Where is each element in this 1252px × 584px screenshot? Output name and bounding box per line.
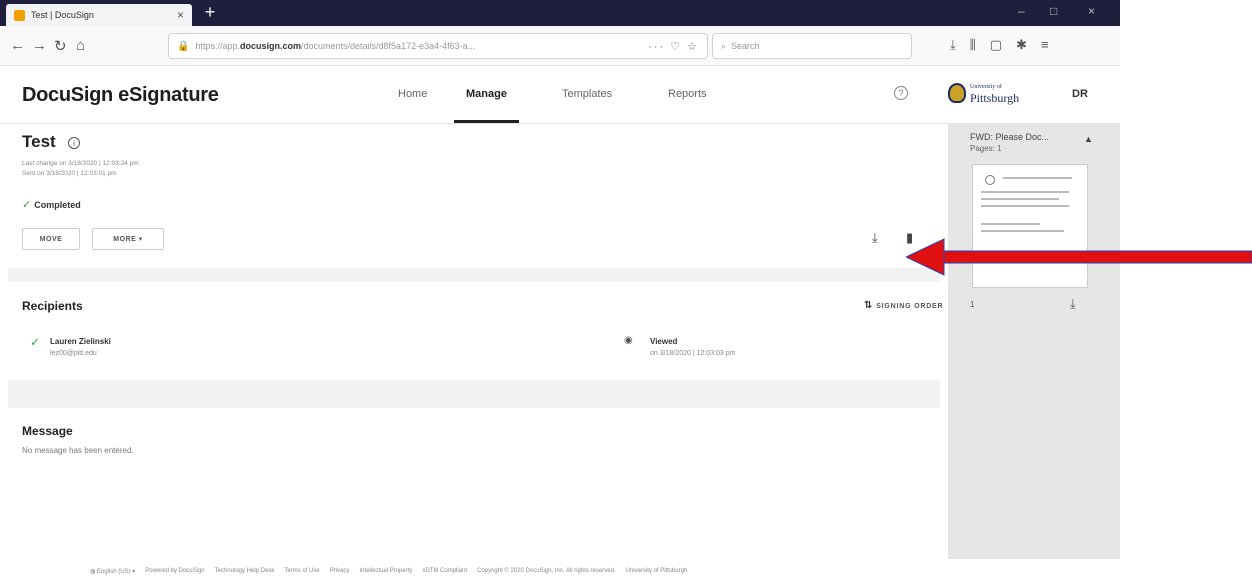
help-icon[interactable]: ? [894,86,908,100]
sent-on-text: Sent on 3/18/2020 | 12:03:01 pm [22,170,117,177]
home-icon[interactable]: ⌂ [76,37,85,54]
lock-icon: 🔒 [177,40,190,52]
message-heading: Message [22,424,73,438]
nav-reports[interactable]: Reports [668,88,707,100]
signing-order-label: SIGNING ORDER [876,303,944,310]
eye-icon: ◉ [624,335,633,346]
recipient-email: lez00@pitt.edu [50,350,97,357]
signing-order-icon: ⇅ [864,300,874,311]
recipient-name: Lauren Zielinski [50,337,111,346]
page-actions-icons[interactable]: ··· ♡ ☆ [648,40,699,53]
message-body: No message has been entered. [22,446,134,455]
library-icon[interactable]: ⫼ [970,37,976,53]
close-window-button[interactable]: × [1088,4,1095,18]
info-icon[interactable]: i [68,137,80,149]
last-change-text: Last change on 3/18/2020 | 12:03:24 pm [22,160,139,167]
recipients-heading: Recipients [22,299,83,313]
recipient-complete-check-icon: ✓ [30,335,41,349]
forward-arrow-icon[interactable]: → [32,37,47,54]
browser-tab[interactable]: Test | DocuSign × [6,4,192,26]
brand-logo[interactable]: DocuSign eSignature [22,84,219,107]
document-download-icon[interactable]: ⤓ [1070,296,1076,312]
footer-link[interactable]: Terms of Use [284,568,319,575]
nav-manage[interactable]: Manage [454,88,519,123]
maximize-window-button[interactable]: □ [1050,4,1057,18]
footer-link[interactable]: Powered by DocuSign [145,568,204,575]
section-divider [8,380,940,408]
footer-link[interactable]: University of Pittsburgh [626,568,688,575]
tab-close-icon[interactable]: × [177,8,184,22]
browser-search-input[interactable]: ⌕ Search [712,33,912,59]
page-number: 1 [970,300,975,309]
tab-title: Test | DocuSign [31,10,94,20]
university-seal-icon [948,83,966,103]
org-logo: University of Pittsburgh [948,82,1019,104]
back-arrow-icon[interactable]: ← [10,37,25,54]
footer-link[interactable]: Technology Help Desk [215,568,275,575]
envelope-title: Test [22,132,56,151]
collapse-chevron-icon[interactable]: ▲ [1084,134,1093,144]
address-bar[interactable]: 🔒 https://app. docusign.com /documents/d… [168,33,708,59]
url-prefix: https://app. [195,41,240,51]
menu-icon[interactable]: ≡ [1041,37,1049,53]
docusign-favicon-icon [14,9,25,21]
nav-templates[interactable]: Templates [562,88,612,100]
footer-link[interactable]: Privacy [330,568,350,575]
user-avatar[interactable]: DR [1072,88,1088,100]
move-button[interactable]: MOVE [22,228,80,250]
download-icon[interactable]: ⤓ [872,230,878,246]
browser-tab-bar: Test | DocuSign × + – □ × [0,0,1120,26]
status-text: Completed [34,200,81,210]
more-button[interactable]: MORE ▾ [92,228,164,250]
extension-icon[interactable]: ✱ [1016,37,1027,53]
thumbnail-seal-icon [985,175,995,185]
annotation-arrow-icon [906,238,1252,276]
footer-link[interactable]: xDTM Compliant [422,568,467,575]
downloads-icon[interactable]: ⤓ [950,37,956,53]
browser-nav-bar: ← → ↻ ⌂ 🔒 https://app. docusign.com /doc… [0,26,1120,66]
search-icon: ⌕ [721,40,727,51]
new-tab-button[interactable]: + [200,3,220,23]
search-placeholder: Search [731,41,760,51]
nav-home[interactable]: Home [398,88,427,100]
check-icon: ✓ [22,199,32,211]
globe-icon: ◍ [90,569,97,575]
org-name: Pittsburgh [970,91,1020,105]
reload-icon[interactable]: ↻ [54,37,67,55]
document-panel: FWD: Please Doc... Pages: 1 ▲ 1 ⤓ [948,124,1120,559]
app-header: DocuSign eSignature Home Manage Template… [0,66,1120,124]
status-badge: ✓ Completed [22,198,81,211]
sidebar-icon[interactable]: ▢ [990,37,1002,53]
signing-order-button[interactable]: ⇅ SIGNING ORDER [864,300,943,311]
section-divider [8,268,940,282]
recipient-status-time: on 3/18/2020 | 12:03:03 pm [650,350,736,357]
url-path: /documents/details/d8f5a172-e3a4-4f63-a.… [301,41,476,51]
recipient-status: Viewed [650,337,678,346]
minimize-window-button[interactable]: – [1018,4,1025,18]
url-domain: docusign.com [239,41,301,51]
document-pages: Pages: 1 [970,144,1002,153]
footer-copyright: Copyright © 2020 DocuSign, Inc. All righ… [477,568,616,574]
document-title: FWD: Please Doc... [970,132,1050,142]
language-selector[interactable]: ◍ English (US) ▾ [90,568,135,575]
browser-toolbar-icons: ⤓ ⫼ ▢ ✱ ≡ [950,37,1049,53]
page-footer: ◍ English (US) ▾ Powered by DocuSign Tec… [90,568,990,575]
footer-link[interactable]: Intellectual Property [359,568,412,575]
